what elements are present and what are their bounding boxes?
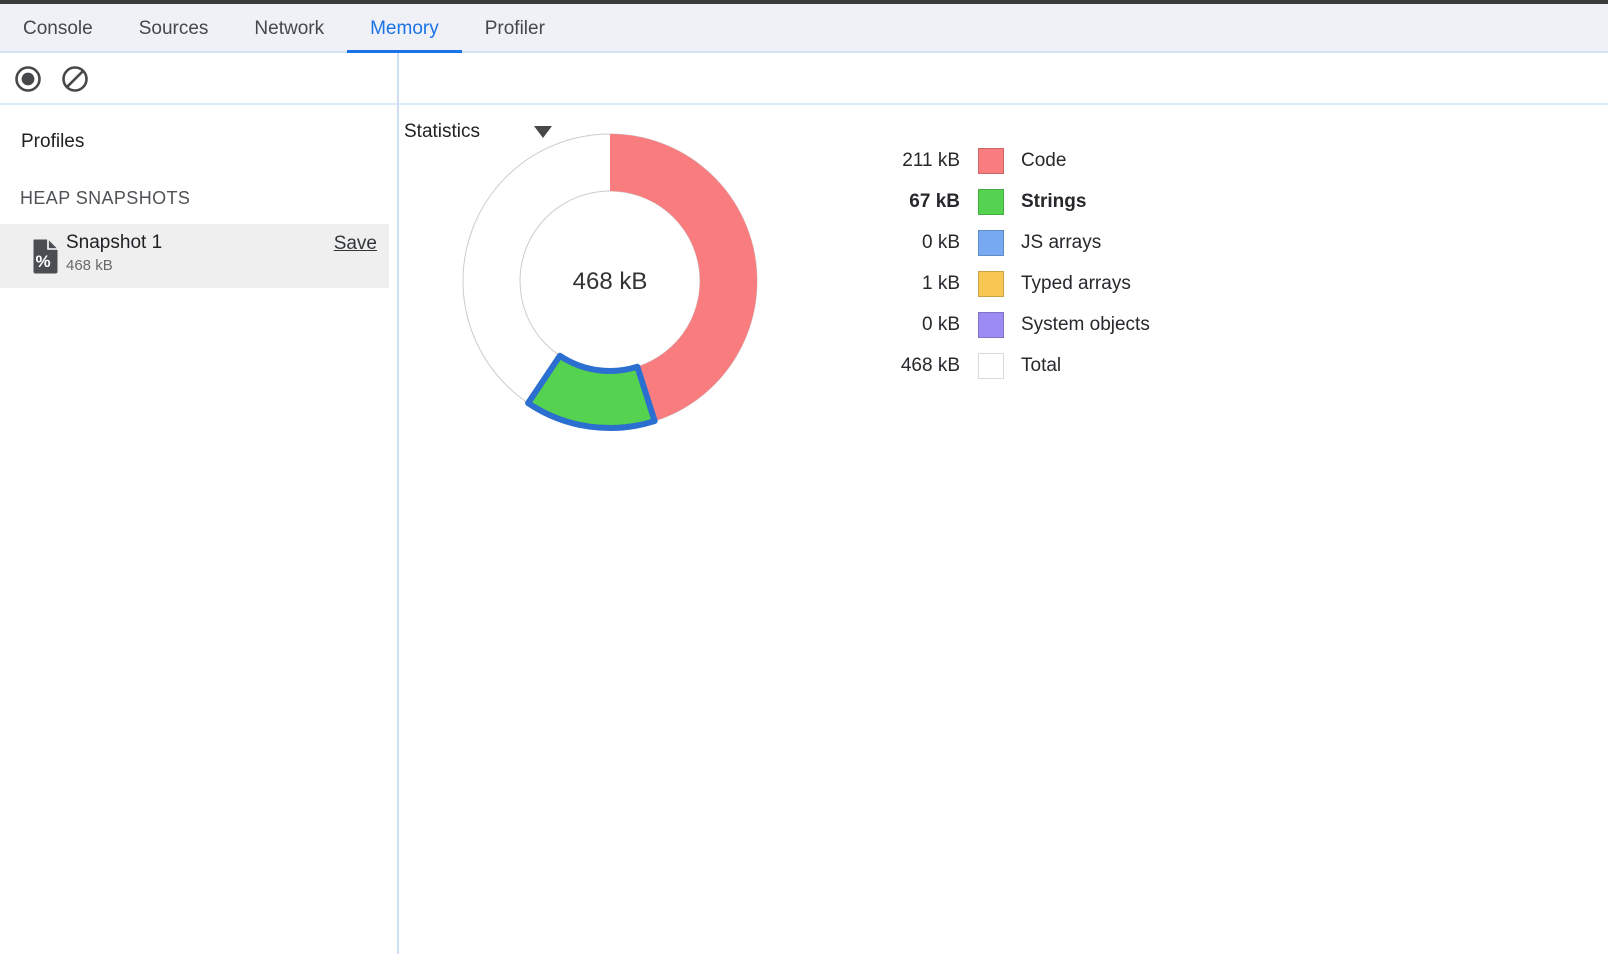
sidebar-divider — [397, 53, 399, 954]
legend-swatch — [978, 353, 1004, 379]
legend-label: Strings — [1021, 191, 1086, 213]
legend-row[interactable]: 468 kB Total — [884, 345, 1150, 386]
tab-network[interactable]: Network — [231, 4, 347, 51]
legend-label: System objects — [1021, 314, 1150, 336]
donut-center-total-label: 468 kB — [573, 268, 648, 295]
clear-slash-icon — [61, 65, 89, 93]
heap-statistics-donut-chart: 468 kB — [440, 111, 780, 451]
legend-label: Total — [1021, 355, 1061, 377]
tab-sources[interactable]: Sources — [116, 4, 232, 51]
profiles-heading: Profiles — [21, 131, 84, 153]
legend-swatch — [978, 271, 1004, 297]
legend-label: Code — [1021, 150, 1066, 172]
legend-row[interactable]: 211 kB Code — [884, 140, 1150, 181]
legend-row[interactable]: 0 kB JS arrays — [884, 222, 1150, 263]
clear-profiles-button[interactable] — [61, 65, 89, 93]
legend-value: 67 kB — [884, 191, 960, 213]
record-heap-snapshot-button[interactable] — [14, 65, 42, 93]
legend-value: 0 kB — [884, 314, 960, 336]
heap-snapshot-file-icon: % — [29, 238, 59, 275]
tab-memory[interactable]: Memory — [347, 4, 462, 51]
snapshot-save-link[interactable]: Save — [334, 233, 377, 255]
legend-row[interactable]: 1 kB Typed arrays — [884, 263, 1150, 304]
pie-slice-strings[interactable] — [528, 356, 655, 428]
legend-swatch — [978, 230, 1004, 256]
legend-value: 468 kB — [884, 355, 960, 377]
snapshot-size: 468 kB — [66, 257, 113, 274]
legend-swatch — [978, 312, 1004, 338]
legend-value: 0 kB — [884, 232, 960, 254]
legend-label: Typed arrays — [1021, 273, 1131, 295]
sidebar-item-snapshot-1[interactable]: % Snapshot 1 468 kB Save — [0, 224, 389, 288]
toolbar-left-controls — [14, 53, 89, 105]
legend-row[interactable]: 67 kB Strings — [884, 181, 1150, 222]
heap-snapshots-section-heading: HEAP SNAPSHOTS — [20, 188, 190, 209]
legend-value: 1 kB — [884, 273, 960, 295]
legend-row[interactable]: 0 kB System objects — [884, 304, 1150, 345]
legend-swatch — [978, 148, 1004, 174]
tab-profiler[interactable]: Profiler — [462, 4, 568, 51]
percent-glyph: % — [35, 252, 50, 271]
legend-swatch — [978, 189, 1004, 215]
legend: 211 kB Code 67 kB Strings 0 kB JS arrays 1 kB T… — [884, 140, 1150, 386]
record-circle-icon — [14, 65, 42, 93]
memory-toolbar: Statistics — [0, 53, 1608, 105]
legend-label: JS arrays — [1021, 232, 1101, 254]
snapshot-title: Snapshot 1 — [66, 232, 162, 254]
panel-tab-bar: Console Sources Network Memory Profiler — [0, 4, 1608, 53]
legend-value: 211 kB — [884, 150, 960, 172]
devtools-memory-panel: Console Sources Network Memory Profiler … — [0, 0, 1608, 954]
tab-console[interactable]: Console — [0, 4, 116, 51]
